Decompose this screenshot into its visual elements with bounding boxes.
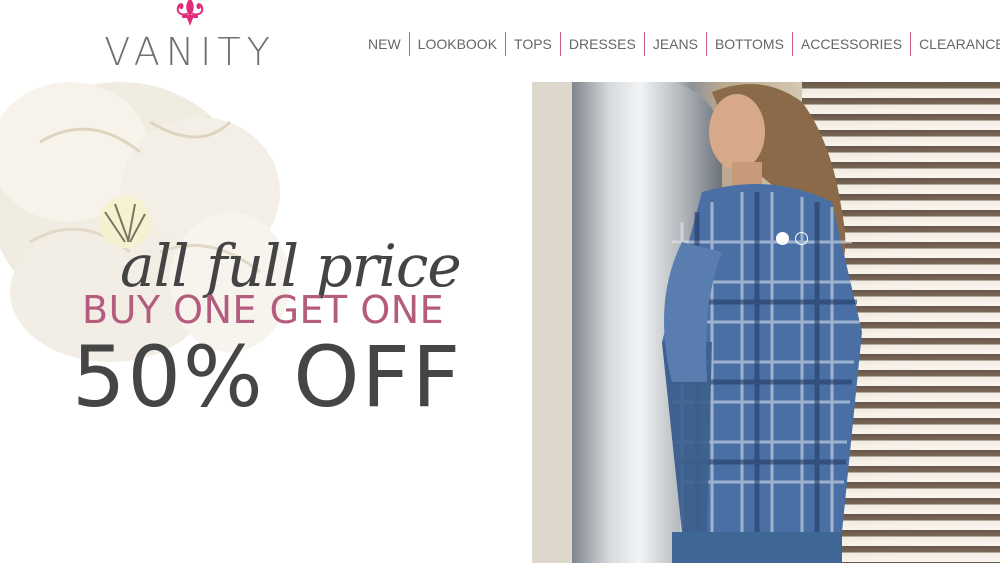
fleur-de-lis-icon [176,0,204,26]
slider-dots [776,232,808,245]
nav-item-clearance[interactable]: CLEARANCE [910,32,1000,56]
promo-panel: all full price BUY ONE GET ONE 50% OFF [0,82,532,563]
vanity-logo[interactable]: VANITY [100,0,280,78]
model-photo [532,82,1000,563]
brand-name: VANITY [104,30,276,74]
nav-item-tops[interactable]: TOPS [505,32,560,56]
promo-discount-text: 50% OFF [72,328,463,426]
slide-dot-1[interactable] [776,232,789,245]
nav-item-new[interactable]: NEW [360,32,409,56]
nav-item-accessories[interactable]: ACCESSORIES [791,32,910,56]
hero-banner[interactable]: all full price BUY ONE GET ONE 50% OFF [0,82,1000,563]
nav-item-jeans[interactable]: JEANS [643,32,706,56]
model-figure [662,84,862,563]
site-header: VANITY NEW LOOKBOOK TOPS DRESSES JEANS B… [0,0,1000,82]
nav-item-lookbook[interactable]: LOOKBOOK [408,32,505,56]
nav-item-bottoms[interactable]: BOTTOMS [705,32,792,56]
nav-item-dresses[interactable]: DRESSES [559,32,644,56]
main-nav: NEW LOOKBOOK TOPS DRESSES JEANS BOTTOMS … [360,32,1000,56]
slide-dot-2[interactable] [795,232,808,245]
